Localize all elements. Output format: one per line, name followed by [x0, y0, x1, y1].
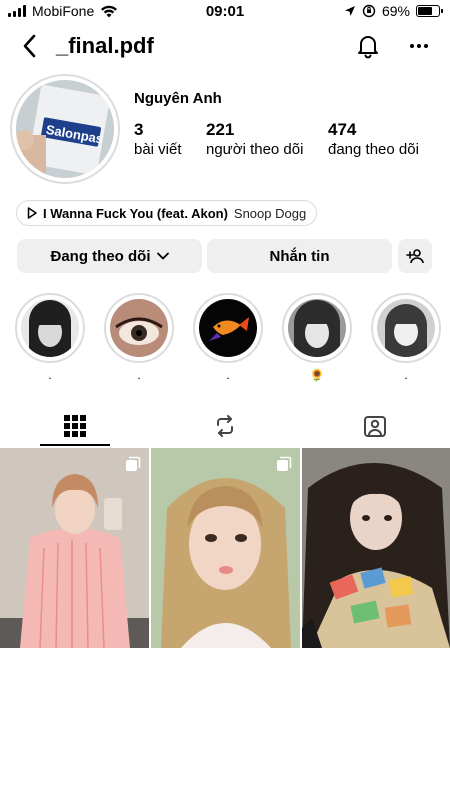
message-button[interactable]: Nhắn tin [207, 239, 392, 273]
highlight-ring [193, 293, 263, 363]
message-label: Nhắn tin [269, 247, 330, 265]
post-thumbnail[interactable] [0, 448, 149, 648]
chevron-down-icon [156, 252, 169, 260]
profile-tabs [0, 405, 450, 447]
profile-music[interactable]: I Wanna Fuck You (feat. Akon) Snoop Dogg [16, 200, 318, 226]
highlight-label: 🌻 [309, 368, 325, 382]
profile-avatar[interactable]: Salonpas [10, 74, 120, 184]
highlight-ring [15, 293, 85, 363]
highlight-cover [288, 299, 346, 357]
active-tab-indicator [40, 444, 110, 446]
post-thumbnail[interactable] [151, 448, 300, 648]
display-name: Nguyên Anh [134, 90, 222, 107]
highlight-item[interactable]: . [104, 293, 174, 383]
battery-fill [418, 7, 432, 15]
highlight-item[interactable]: . [193, 293, 263, 383]
highlight-label: . [226, 368, 230, 382]
battery-icon [416, 5, 443, 17]
stat-posts-count: 3 [134, 120, 144, 139]
avatar-image: Salonpas [16, 80, 114, 178]
music-artist: Snoop Dogg [233, 205, 307, 221]
stat-followers[interactable]: 221 người theo dõi [206, 120, 303, 160]
highlight-item[interactable]: 🌻 [282, 293, 352, 383]
more-options-button[interactable] [405, 32, 433, 60]
grid-icon [64, 415, 86, 437]
stat-posts: 3 bài viết [134, 120, 182, 160]
battery-percent: 69% [381, 3, 410, 19]
location-arrow-icon [344, 6, 355, 16]
stat-posts-label: bài viết [134, 141, 182, 158]
chevron-left-icon [23, 34, 36, 58]
highlight-ring [282, 293, 352, 363]
following-label: Đang theo dõi [50, 247, 151, 265]
highlight-label: . [404, 368, 408, 382]
status-right-group: 69% [344, 3, 443, 19]
post-thumbnail[interactable] [302, 448, 450, 648]
suggested-people-button[interactable] [398, 239, 432, 273]
reels-repost-icon [217, 415, 233, 437]
add-person-icon [406, 249, 424, 264]
tagged-icon [364, 416, 386, 437]
notifications-button[interactable] [354, 32, 382, 60]
music-song: I Wanna Fuck You (feat. Akon) [43, 205, 228, 221]
carousel-icon [126, 456, 141, 471]
bell-icon [358, 36, 378, 59]
following-button[interactable]: Đang theo dõi [17, 239, 202, 273]
stat-followers-label: người theo dõi [206, 141, 304, 158]
highlight-label: . [48, 368, 52, 382]
profile-username: _final.pdf [56, 33, 154, 58]
stat-following-label: đang theo dõi [328, 141, 419, 158]
play-icon [27, 207, 37, 219]
highlight-item[interactable]: . [15, 293, 85, 383]
tab-tagged[interactable] [300, 405, 450, 447]
more-horizontal-icon [410, 44, 428, 48]
stat-following-count: 474 [328, 120, 357, 139]
orientation-lock-icon [362, 4, 376, 18]
carousel-icon [277, 456, 292, 471]
posts-grid [0, 448, 450, 648]
highlight-ring [104, 293, 174, 363]
highlight-cover [21, 299, 79, 357]
profile-header: _final.pdf [0, 28, 450, 64]
highlight-cover [110, 299, 168, 357]
back-button[interactable] [16, 32, 44, 60]
highlight-cover [377, 299, 435, 357]
status-bar: MobiFone 09:01 69% [0, 0, 450, 24]
tab-posts-grid[interactable] [0, 405, 150, 447]
highlight-ring [371, 293, 441, 363]
stat-followers-count: 221 [206, 120, 235, 139]
highlight-label: . [137, 368, 141, 382]
highlight-cover [199, 299, 257, 357]
highlight-item[interactable]: . [371, 293, 441, 383]
stat-following[interactable]: 474 đang theo dõi [328, 120, 419, 160]
tab-reposts[interactable] [150, 405, 300, 447]
